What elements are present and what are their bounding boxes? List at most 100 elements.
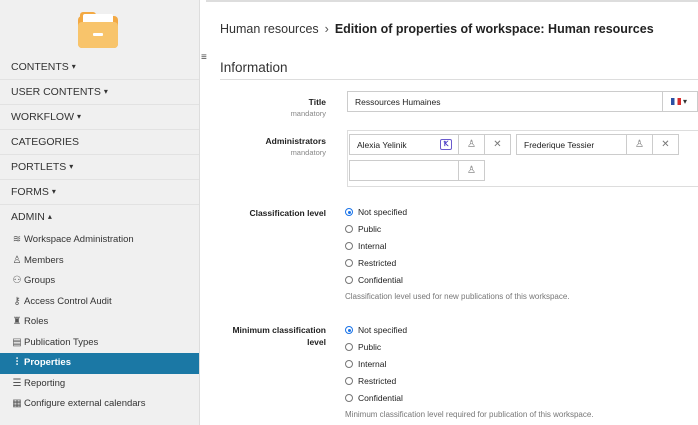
radio-icon [345, 259, 353, 267]
user-icon: ♙ [12, 254, 22, 266]
radio-icon [345, 242, 353, 250]
radio-restricted[interactable]: Restricted [345, 257, 396, 269]
chevron-down-icon: ▾ [683, 97, 688, 106]
radio-label: Not specified [358, 207, 408, 217]
radio-icon [345, 394, 353, 402]
radio-label: Public [358, 342, 382, 352]
administrator-field[interactable]: Frederique Tessier [516, 134, 627, 155]
select-user-icon[interactable]: ♙ [459, 160, 485, 181]
field-label: level [307, 337, 326, 347]
field-label: Title [308, 97, 326, 107]
sidebar-item-label: Publication Types [24, 336, 99, 348]
page-title: Edition of properties of workspace: Huma… [334, 22, 654, 36]
sidebar-item-label: Properties [24, 357, 71, 368]
radio-label: Confidential [358, 275, 403, 285]
sidebar-item-roles[interactable]: ♜ Roles [0, 312, 199, 333]
radio-label: Confidential [358, 393, 403, 403]
sidebar-item-access-control-audit[interactable]: ⚷ Access Control Audit [0, 292, 199, 313]
menu-categories[interactable]: CATEGORIES [0, 130, 199, 155]
remove-user-icon[interactable]: ✕ [653, 134, 679, 155]
manager-badge-icon: Ꝁ [440, 139, 452, 150]
radio-public[interactable]: Public [345, 223, 381, 235]
chevron-down-icon: ▾ [103, 87, 108, 96]
language-selector[interactable]: ▾ [663, 91, 698, 112]
administrator-new-field[interactable] [349, 160, 459, 181]
radio-checked-icon [345, 208, 353, 216]
section-title: Information [220, 60, 288, 75]
menu-workflow[interactable]: WORKFLOW ▾ [0, 105, 199, 130]
field-label: Minimum classification [232, 325, 326, 335]
min-radio-not-specified[interactable]: Not specified [345, 324, 407, 336]
mandatory-note: mandatory [290, 109, 326, 118]
field-label: Administrators [265, 136, 326, 146]
sidebar-item-label: Access Control Audit [24, 295, 112, 307]
min-radio-restricted[interactable]: Restricted [345, 375, 396, 387]
menu-contents[interactable]: CONTENTS ▾ [0, 55, 199, 80]
sidebar-item-label: Workspace Administration [24, 234, 134, 245]
sidebar: CONTENTS ▾ USER CONTENTS ▾ WORKFLOW ▾ CATEG… [0, 0, 200, 425]
administrators-label: Administrators mandatory [216, 135, 326, 159]
min-radio-internal[interactable]: Internal [345, 358, 386, 370]
sidebar-item-label: Groups [24, 275, 56, 286]
min-radio-public[interactable]: Public [345, 341, 381, 353]
radio-label: Internal [358, 359, 387, 369]
radio-confidential[interactable]: Confidential [345, 274, 403, 286]
radio-label: Public [358, 224, 382, 234]
radio-label: Internal [358, 241, 387, 251]
radio-icon [345, 276, 353, 284]
sidebar-item-configure-external-calendars[interactable]: ▦ Configure external calendars [0, 394, 199, 415]
title-input[interactable]: Ressources Humaines [347, 91, 663, 112]
remove-user-icon[interactable]: ✕ [485, 134, 511, 155]
classification-help: Classification level used for new public… [345, 292, 570, 301]
menu-admin[interactable]: ADMIN ▴ [0, 205, 199, 230]
radio-checked-icon [345, 326, 353, 334]
top-divider [206, 0, 698, 2]
section-divider [220, 79, 698, 80]
list-box-icon: ▤ [12, 336, 22, 348]
menu-label: PORTLETS [11, 161, 67, 173]
sidebar-item-workspace-administration[interactable]: ≋ Workspace Administration [0, 230, 199, 251]
menu-portlets[interactable]: PORTLETS ▾ [0, 155, 199, 180]
chevron-down-icon: ▾ [77, 112, 82, 121]
key-icon: ⚷ [13, 295, 21, 307]
menu-label: CONTENTS [11, 61, 69, 73]
min-classification-help: Minimum classification level required fo… [345, 410, 594, 419]
menu-label: CATEGORIES [11, 136, 80, 148]
sidebar-item-label: Reporting [24, 377, 66, 389]
menu-label: WORKFLOW [11, 111, 74, 123]
select-user-icon[interactable]: ♙ [459, 134, 485, 155]
list-icon: ☰ [12, 377, 22, 389]
main-content: Human resources › Edition of properties of… [206, 0, 698, 425]
menu-user-contents[interactable]: USER CONTENTS ▾ [0, 80, 199, 105]
sidebar-item-label: Configure external calendars [24, 398, 146, 409]
roles-icon: ♜ [12, 316, 22, 327]
sliders-icon: ⫶ [15, 357, 19, 368]
sidebar-item-members[interactable]: ♙ Members [0, 251, 199, 272]
classification-label: Classification level [249, 208, 326, 218]
sidebar-item-publication-types[interactable]: ▤ Publication Types [0, 333, 199, 354]
menu-forms[interactable]: FORMS ▾ [0, 180, 199, 205]
workspace-logo [0, 0, 199, 55]
radio-icon [345, 377, 353, 385]
sidebar-item-groups[interactable]: ⚇ Groups [0, 271, 199, 292]
radio-label: Restricted [358, 258, 397, 268]
folder-icon [78, 12, 118, 48]
sidebar-item-label: Roles [24, 316, 49, 327]
mandatory-note: mandatory [290, 148, 326, 157]
min-radio-confidential[interactable]: Confidential [345, 392, 403, 404]
breadcrumb-parent[interactable]: Human resources [220, 22, 319, 36]
menu-label: USER CONTENTS [11, 86, 101, 98]
title-label: Title mandatory [216, 96, 326, 120]
sidebar-item-reporting[interactable]: ☰ Reporting [0, 374, 199, 395]
calendar-icon: ▦ [12, 398, 22, 409]
sidebar-item-properties[interactable]: ⫶ Properties [0, 353, 199, 374]
breadcrumb: Human resources › Edition of properties of… [220, 22, 654, 36]
radio-icon [345, 360, 353, 368]
radio-label: Not specified [358, 325, 408, 335]
radio-label: Restricted [358, 376, 397, 386]
chevron-down-icon: ▾ [69, 162, 74, 171]
sidebar-item-label: Members [24, 254, 64, 266]
radio-not-specified[interactable]: Not specified [345, 206, 407, 218]
radio-internal[interactable]: Internal [345, 240, 386, 252]
select-user-icon[interactable]: ♙ [627, 134, 653, 155]
